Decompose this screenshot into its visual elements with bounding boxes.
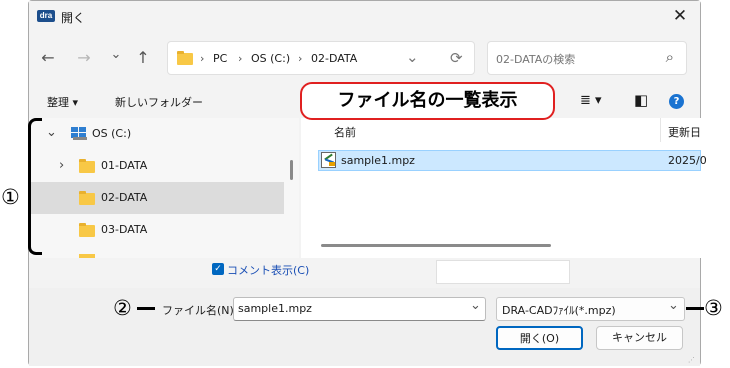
search-box[interactable]: ⌕ [487, 41, 687, 75]
file-date: 2025/0 [668, 154, 707, 167]
tree-item-03-data[interactable]: 03-DATA [29, 214, 284, 246]
title-bar: dra 開く ✕ [29, 1, 700, 31]
folder-icon [79, 159, 95, 173]
open-button[interactable]: 開く(O) [496, 326, 583, 350]
breadcrumb-separator: › [298, 52, 303, 65]
filename-combo[interactable]: sample1.mpz ⌄ [233, 297, 486, 321]
navigation-pane: ⌄ OS (C:) › 01-DATA 02-DATA 03-DATA [29, 118, 299, 258]
comment-preview-box [436, 260, 570, 284]
annotation-2: ② [113, 296, 132, 320]
horizontal-scrollbar[interactable] [321, 244, 551, 247]
dialog-title: 開く [61, 11, 86, 25]
cancel-button[interactable]: キャンセル [596, 326, 683, 350]
search-input[interactable] [496, 50, 656, 68]
help-icon[interactable]: ? [669, 94, 684, 109]
comment-checkbox[interactable]: ✓ [212, 263, 224, 275]
tree-item-label: 03-DATA [101, 223, 148, 236]
folder-icon [79, 254, 95, 258]
organize-menu[interactable]: 整理 ▾ [47, 94, 78, 110]
tree-bracket [28, 118, 42, 255]
view-options-icon[interactable]: ≣ ▾ [580, 93, 602, 108]
back-arrow-icon[interactable]: ← [37, 50, 59, 66]
annotation-3: ③ [704, 296, 723, 320]
breadcrumb-drive[interactable]: OS (C:) [251, 52, 290, 65]
preview-pane-icon[interactable]: ◧ [634, 91, 648, 109]
annotation-3-line [686, 307, 704, 310]
filename-label: ファイル名(N): [162, 304, 238, 317]
tree-scrollbar[interactable] [290, 160, 293, 180]
address-bar[interactable]: › PC › OS (C:) › 02-DATA ⌄ ⟳ [167, 41, 475, 75]
screenshot-canvas: dra 開く ✕ ← → ⌄ ↑ › PC › OS (C:) › 02-DAT… [0, 0, 730, 368]
filetype-select[interactable]: DRA-CADﾌｧｲﾙ(*.mpz) ⌄ [496, 297, 685, 321]
file-name: sample1.mpz [341, 154, 415, 167]
mpz-file-icon [321, 152, 336, 168]
column-header-date[interactable]: 更新日 [668, 124, 701, 140]
breadcrumb-separator: › [200, 52, 205, 65]
search-icon[interactable]: ⌕ [666, 48, 674, 66]
tree-item-label: 02-DATA [101, 191, 148, 204]
chevron-right-icon[interactable]: › [59, 158, 64, 173]
tree-item-01-data[interactable]: › 01-DATA [29, 150, 284, 182]
forward-arrow-icon[interactable]: → [73, 50, 95, 66]
up-arrow-icon[interactable]: ↑ [132, 50, 154, 66]
chevron-down-icon[interactable]: ⌄ [46, 125, 57, 140]
recent-locations-icon[interactable]: ⌄ [105, 47, 127, 63]
comment-toggle-label[interactable]: コメント表示(C) [227, 262, 309, 278]
tree-item-02-data[interactable]: 02-DATA [29, 182, 284, 214]
filename-input[interactable]: sample1.mpz [238, 302, 312, 315]
folder-icon [79, 191, 95, 205]
file-row-sample1[interactable]: sample1.mpz 2025/0 [318, 150, 707, 171]
breadcrumb-folder[interactable]: 02-DATA [311, 52, 357, 65]
breadcrumb-pc[interactable]: PC [213, 52, 227, 65]
chevron-down-icon[interactable]: ⌄ [470, 298, 481, 313]
tree-item-label: OS (C:) [92, 127, 132, 140]
column-divider[interactable] [660, 118, 661, 142]
file-list-pane: 名前 更新日 sample1.mpz 2025/0 [301, 118, 707, 258]
annotation-2-line [137, 307, 155, 310]
annotation-1: ① [1, 185, 20, 209]
list-view-callout: ファイル名の一覧表示 [300, 82, 555, 120]
address-chevron-icon[interactable]: ⌄ [406, 48, 419, 66]
drive-icon [71, 127, 87, 140]
filetype-value: DRA-CADﾌｧｲﾙ(*.mpz) [502, 304, 616, 317]
app-icon: dra [37, 10, 55, 22]
chevron-down-icon[interactable]: ⌄ [668, 298, 679, 313]
resize-grip-icon[interactable]: ⋰ [688, 356, 695, 364]
close-button[interactable]: ✕ [668, 5, 692, 27]
column-header-name[interactable]: 名前 [334, 124, 356, 140]
folder-icon [177, 51, 193, 65]
tree-item-label: 01-DATA [101, 159, 148, 172]
new-folder-button[interactable]: 新しいフォルダー [115, 94, 203, 110]
folder-icon [79, 223, 95, 237]
tree-item-os-c[interactable]: ⌄ OS (C:) [29, 118, 284, 150]
breadcrumb-separator: › [238, 52, 243, 65]
refresh-icon[interactable]: ⟳ [450, 49, 463, 67]
